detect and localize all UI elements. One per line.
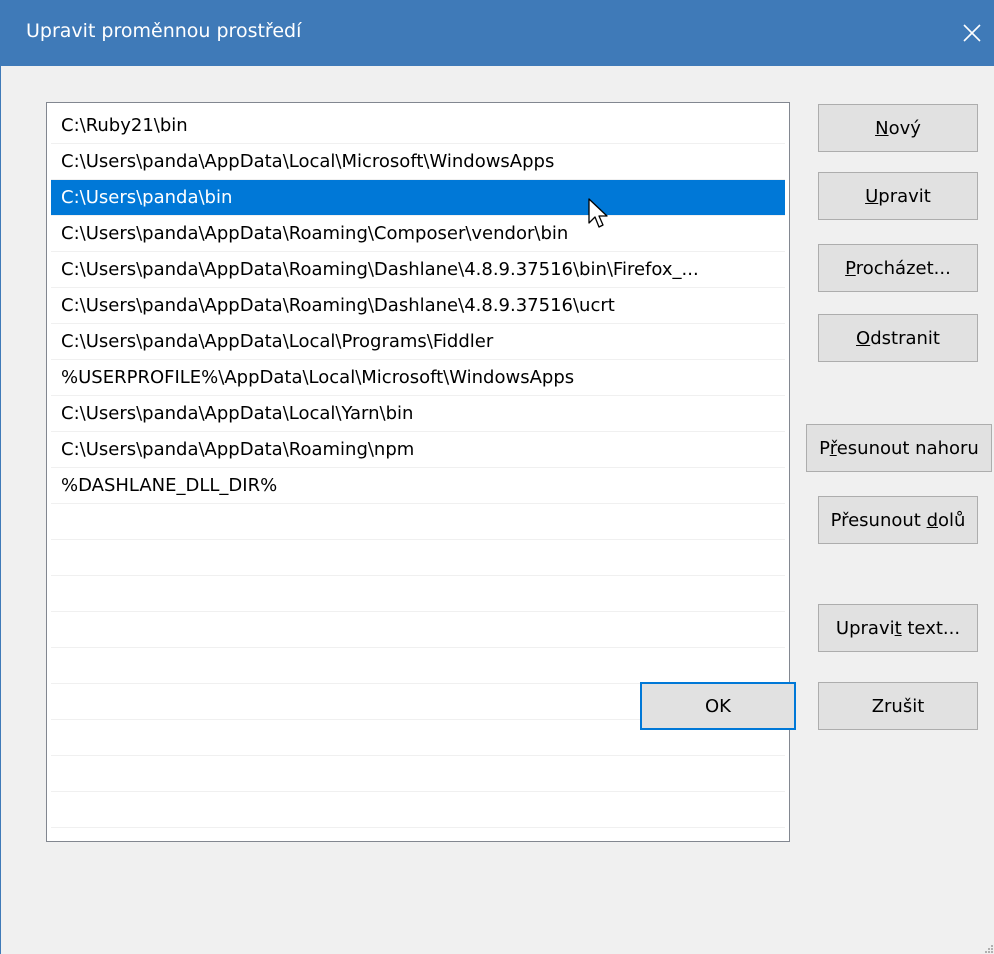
browse-button[interactable]: Procházet... [818,244,978,292]
list-row-empty[interactable] [51,756,785,792]
list-row-empty[interactable] [51,576,785,612]
cancel-button[interactable]: Zrušit [818,682,978,730]
new-button-label: Nový [875,117,921,139]
path-text: C:\Users\panda\bin [61,187,233,208]
list-item[interactable]: %USERPROFILE%\AppData\Local\Microsoft\Wi… [51,360,785,396]
list-item[interactable]: C:\Users\panda\AppData\Roaming\npm [51,432,785,468]
path-text: C:\Users\panda\AppData\Roaming\Dashlane\… [61,295,615,316]
list-row-empty[interactable] [51,504,785,540]
edit-button[interactable]: Upravit [818,172,978,220]
list-item[interactable]: C:\Users\panda\AppData\Local\Microsoft\W… [51,144,785,180]
path-text: C:\Users\panda\AppData\Local\Yarn\bin [61,403,414,424]
path-list[interactable]: C:\Ruby21\bin C:\Users\panda\AppData\Loca… [46,102,790,842]
ok-button[interactable]: OK [640,682,796,730]
mouse-pointer-icon [588,198,608,228]
close-button[interactable] [950,8,994,58]
list-item[interactable]: C:\Ruby21\bin [51,108,785,144]
list-item[interactable]: C:\Users\panda\bin [51,180,785,216]
path-text: %USERPROFILE%\AppData\Local\Microsoft\Wi… [61,367,575,388]
browse-button-label: Procházet... [845,257,951,279]
edit-environment-variable-dialog: Upravit proměnnou prostředí C:\Ruby21\bi… [0,0,994,954]
list-item[interactable]: %DASHLANE_DLL_DIR% [51,468,785,504]
edit-text-button-label: Upravit text... [835,617,961,639]
list-row-empty[interactable] [51,540,785,576]
path-text: C:\Users\panda\AppData\Roaming\Dashlane\… [61,259,699,280]
delete-button[interactable]: Odstranit [818,314,978,362]
path-text: C:\Users\panda\AppData\Roaming\npm [61,439,415,460]
list-row-empty[interactable] [51,612,785,648]
resize-grip-icon[interactable] [984,944,994,954]
window-border [0,66,1,954]
ok-button-label: OK [705,695,731,717]
move-up-button-label: Přesunout nahoru [819,437,979,459]
move-down-button-label: Přesunout dolů [830,509,966,531]
edit-text-button[interactable]: Upravit text... [818,604,978,652]
cancel-button-label: Zrušit [871,695,925,717]
path-text: %DASHLANE_DLL_DIR% [61,475,278,496]
list-item[interactable]: C:\Users\panda\AppData\Local\Yarn\bin [51,396,785,432]
list-row-empty[interactable] [51,792,785,828]
list-row-empty[interactable] [51,648,785,684]
path-text: C:\Users\panda\AppData\Local\Programs\Fi… [61,331,494,352]
list-item[interactable]: C:\Users\panda\AppData\Roaming\Dashlane\… [51,288,785,324]
close-icon [963,24,981,42]
edit-button-label: Upravit [865,185,931,207]
move-down-button[interactable]: Přesunout dolů [818,496,978,544]
dialog-title: Upravit proměnnou prostředí [26,20,302,42]
list-item[interactable]: C:\Users\panda\AppData\Local\Programs\Fi… [51,324,785,360]
delete-button-label: Odstranit [856,327,940,349]
new-button[interactable]: Nový [818,104,978,152]
title-bar: Upravit proměnnou prostředí [0,0,994,66]
path-text: C:\Users\panda\AppData\Roaming\Composer\… [61,223,569,244]
path-text: C:\Users\panda\AppData\Local\Microsoft\W… [61,151,555,172]
list-item[interactable]: C:\Users\panda\AppData\Roaming\Composer\… [51,216,785,252]
list-item[interactable]: C:\Users\panda\AppData\Roaming\Dashlane\… [51,252,785,288]
path-text: C:\Ruby21\bin [61,115,188,136]
move-up-button[interactable]: Přesunout nahoru [806,424,992,472]
